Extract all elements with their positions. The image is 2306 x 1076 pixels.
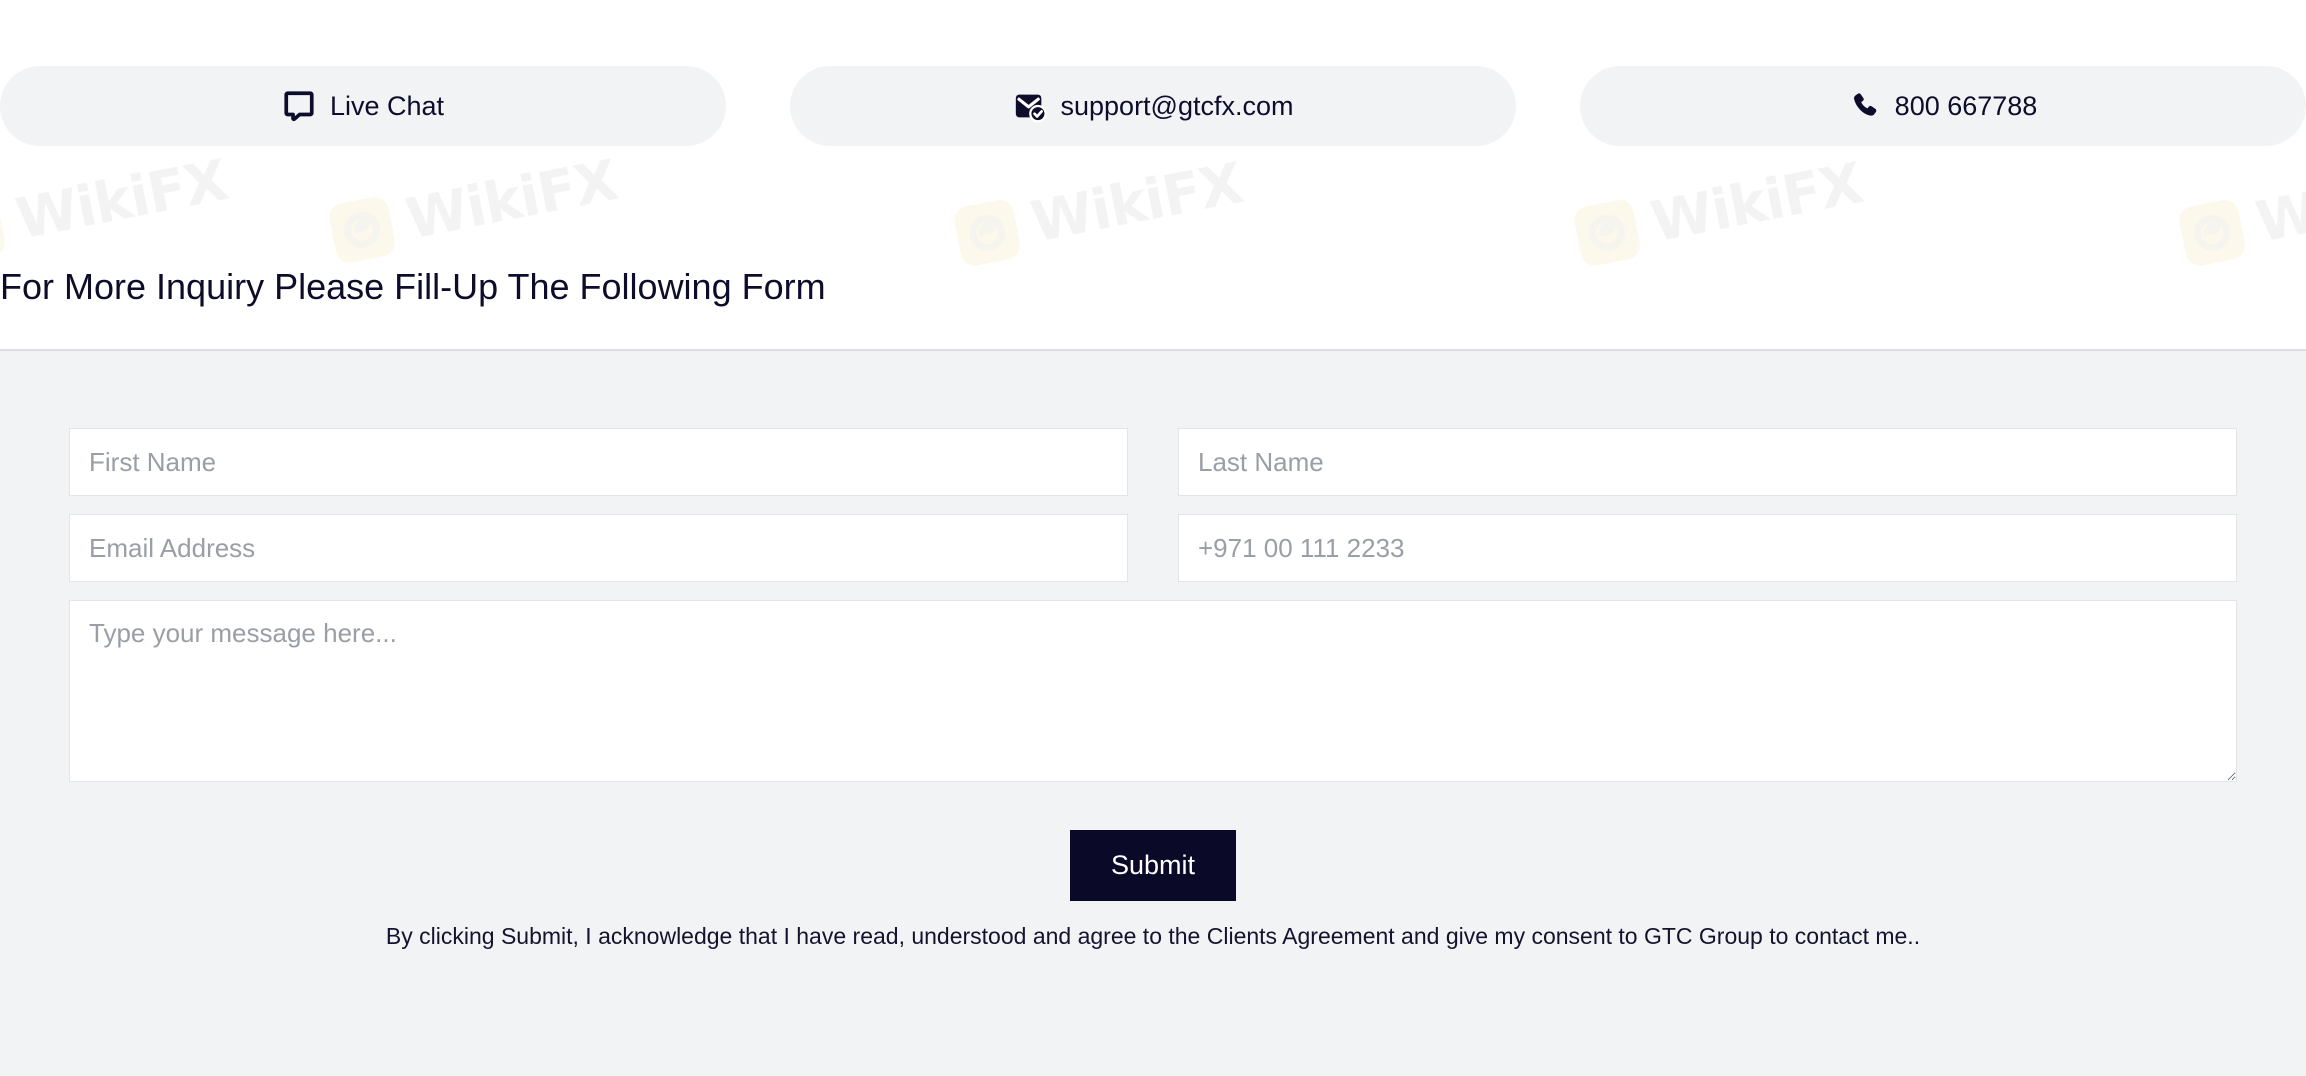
contact-pill-label: support@gtcfx.com <box>1060 90 1294 121</box>
name-row <box>69 428 2237 496</box>
wikifx-logo-icon <box>2176 197 2248 268</box>
contact-pill-email[interactable]: support@gtcfx.com <box>790 66 1516 146</box>
contact-bar: Live Chat support@gtcfx.com 800 667788 <box>0 66 2306 146</box>
watermark-mark: WikiFX <box>0 148 232 267</box>
email-input[interactable] <box>69 514 1128 582</box>
live-chat-icon <box>282 89 316 123</box>
inquiry-form-panel: Submit By clicking Submit, I acknowledge… <box>0 349 2306 1076</box>
contact-pill-phone[interactable]: 800 667788 <box>1580 66 2306 146</box>
contact-pill-label: Live Chat <box>329 90 445 121</box>
contact-row <box>69 514 2237 582</box>
wikifx-logo-icon <box>1571 197 1643 268</box>
submit-row: Submit <box>69 830 2237 901</box>
watermark-label: WikiFX <box>1646 151 1868 256</box>
watermark-label: WikiFX <box>11 148 233 253</box>
wikifx-logo-icon <box>951 197 1023 268</box>
watermark-mark: WikiFX <box>951 151 1247 270</box>
phone-icon <box>1849 90 1881 122</box>
email-verified-icon <box>1013 89 1047 123</box>
last-name-input[interactable] <box>1178 428 2237 496</box>
first-name-input[interactable] <box>69 428 1128 496</box>
watermark-label: WikiFX <box>401 148 623 253</box>
message-textarea[interactable] <box>69 600 2237 782</box>
consent-disclaimer: By clicking Submit, I acknowledge that I… <box>385 923 1921 949</box>
contact-pill-live-chat[interactable]: Live Chat <box>0 66 726 146</box>
phone-input[interactable] <box>1178 514 2237 582</box>
watermark-mark: WikiFX <box>2176 151 2306 270</box>
submit-button[interactable]: Submit <box>1070 830 1236 901</box>
watermark-label: WikiFX <box>1026 151 1248 256</box>
watermark-label: WikiFX <box>2251 151 2306 256</box>
wikifx-logo-icon <box>326 194 398 265</box>
page-title: For More Inquiry Please Fill-Up The Foll… <box>0 266 826 307</box>
wikifx-logo-icon <box>0 194 8 265</box>
watermark-mark: WikiFX <box>326 148 622 267</box>
inquiry-form: Submit By clicking Submit, I acknowledge… <box>69 428 2237 950</box>
contact-pill-label: 800 667788 <box>1894 90 2038 121</box>
watermark-mark: WikiFX <box>1571 151 1867 270</box>
